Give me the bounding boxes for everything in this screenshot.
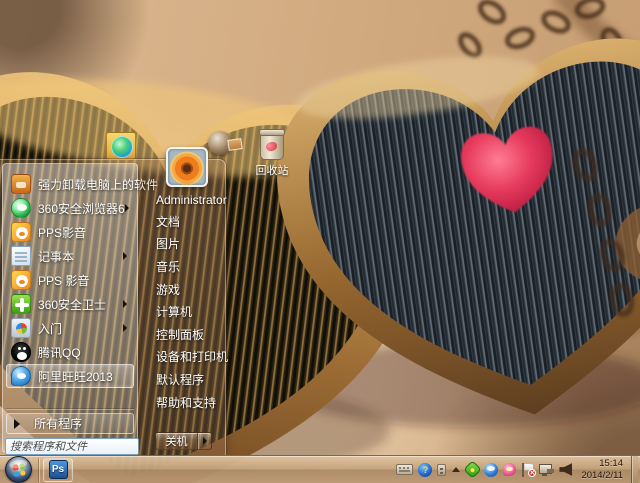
start-menu-item-uninstaller[interactable]: 强力卸载电脑上的软件 <box>6 172 158 196</box>
360-safety-tray-icon[interactable] <box>463 460 483 479</box>
submenu-arrow-icon <box>124 204 129 212</box>
taskbar-divider <box>38 457 39 482</box>
start-menu-item-notepad[interactable]: 记事本 <box>6 244 134 268</box>
avatar[interactable] <box>166 147 208 187</box>
start-menu-places-list: 文档 图片 音乐 游戏 计算机 控制面板 设备和打印机 默认程序 帮助和支持 <box>138 210 228 414</box>
recycle-bin[interactable]: 回收站 <box>250 129 294 178</box>
start-button[interactable] <box>5 456 32 483</box>
wangwang-icon <box>11 366 31 386</box>
pps-icon <box>11 222 31 242</box>
computer-sphere-icon[interactable] <box>206 129 242 161</box>
menu-item-documents[interactable]: 文档 <box>138 210 225 233</box>
photoshop-icon: Ps <box>48 460 68 479</box>
taskbar-clock[interactable]: 15:14 2014/2/11 <box>577 458 626 482</box>
pps-icon <box>11 270 31 290</box>
help-icon[interactable]: ? <box>418 462 433 477</box>
recycle-bin-label: 回收站 <box>255 165 289 177</box>
shutdown-label: 关机 <box>165 436 188 448</box>
show-desktop-button[interactable] <box>631 455 638 483</box>
taskbar: Ps ? 15:14 2014/2/11 <box>0 455 640 483</box>
submenu-arrow-icon <box>123 300 127 308</box>
360-browser-desktop-icon[interactable] <box>106 132 136 160</box>
menu-item-devices-printers[interactable]: 设备和打印机 <box>138 346 228 369</box>
start-menu-item-wangwang[interactable]: 阿里旺旺2013 <box>6 364 134 388</box>
getting-started-icon <box>11 318 31 338</box>
clock-date: 2014/2/11 <box>581 469 623 481</box>
start-menu-item-label: 360安全浏览器6 <box>38 201 125 216</box>
start-menu-item-label: 记事本 <box>38 249 75 264</box>
windows-logo-icon <box>12 463 26 477</box>
menu-item-computer[interactable]: 计算机 <box>138 300 225 323</box>
network-icon[interactable] <box>539 463 554 476</box>
desktop-screen: 回收站 强力卸载电脑上的软件 360安全浏览器6 PPS影音 记事本 PPS 影… <box>0 0 640 483</box>
360-browser-icon <box>11 198 31 218</box>
start-menu-item-qq[interactable]: 腾讯QQ <box>6 340 134 364</box>
menu-item-games[interactable]: 游戏 <box>138 278 225 301</box>
shutdown-arrow-icon <box>202 437 207 445</box>
start-menu-item-label: PPS影音 <box>38 225 87 240</box>
clock-time: 15:14 <box>599 457 623 469</box>
start-menu-item-label: 入门 <box>38 321 63 336</box>
wangwang-tray-icon[interactable] <box>503 463 517 476</box>
submenu-arrow-icon <box>123 324 127 332</box>
keyboard-icon[interactable] <box>396 464 414 475</box>
action-center-flag-icon[interactable] <box>521 462 537 477</box>
start-menu: 强力卸载电脑上的软件 360安全浏览器6 PPS影音 记事本 PPS 影音 36… <box>0 147 228 455</box>
qq-icon <box>11 342 31 362</box>
start-menu-item-label: 360安全卫士 <box>38 297 107 312</box>
start-menu-item-getting-started[interactable]: 入门 <box>6 316 134 340</box>
search-input[interactable] <box>5 438 139 455</box>
hidden-icons-caret-icon[interactable] <box>452 467 461 472</box>
start-menu-item-pps-2[interactable]: PPS 影音 <box>6 268 134 292</box>
volume-icon[interactable] <box>559 463 573 476</box>
start-menu-item-label: 阿里旺旺2013 <box>38 369 113 384</box>
menu-separator <box>6 408 134 409</box>
recycle-bin-icon <box>259 129 285 160</box>
360-browser-tray-icon[interactable] <box>484 462 499 477</box>
uninstaller-icon <box>11 174 31 194</box>
shutdown-button[interactable]: 关机 <box>155 432 212 450</box>
system-tray: ? 15:14 2014/2/11 <box>396 455 640 483</box>
menu-item-default-programs[interactable]: 默认程序 <box>138 368 225 391</box>
user-name: Administrator <box>156 193 227 207</box>
menu-item-control-panel[interactable]: 控制面板 <box>138 323 225 346</box>
menu-item-pictures[interactable]: 图片 <box>138 233 225 256</box>
start-menu-right-panel: Administrator 文档 图片 音乐 游戏 计算机 控制面板 设备和打印… <box>138 160 228 455</box>
start-menu-program-list: 强力卸载电脑上的软件 360安全浏览器6 PPS影音 记事本 PPS 影音 36… <box>6 172 158 388</box>
action-center-alert-badge <box>528 468 537 477</box>
all-programs-label: 所有程序 <box>34 417 83 431</box>
360-safety-icon <box>11 294 31 314</box>
start-menu-item-360-browser[interactable]: 360安全浏览器6 <box>6 196 134 220</box>
shutdown-options-button[interactable] <box>198 433 211 449</box>
start-menu-item-pps[interactable]: PPS影音 <box>6 220 134 244</box>
start-menu-item-label: 腾讯QQ <box>38 345 81 360</box>
submenu-arrow-icon <box>123 252 127 260</box>
taskbar-button-photoshop[interactable]: Ps <box>43 457 73 482</box>
start-menu-item-360-safety[interactable]: 360安全卫士 <box>6 292 134 316</box>
all-programs-arrow-icon <box>14 418 20 429</box>
start-menu-program-panel: 强力卸载电脑上的软件 360安全浏览器6 PPS影音 记事本 PPS 影音 36… <box>2 163 158 455</box>
start-menu-item-label: PPS 影音 <box>38 273 90 288</box>
language-bar-icon[interactable] <box>437 463 447 476</box>
menu-item-music[interactable]: 音乐 <box>138 255 225 278</box>
menu-item-help-support[interactable]: 帮助和支持 <box>138 391 225 414</box>
notepad-icon <box>11 246 31 266</box>
all-programs-button[interactable]: 所有程序 <box>6 413 134 434</box>
